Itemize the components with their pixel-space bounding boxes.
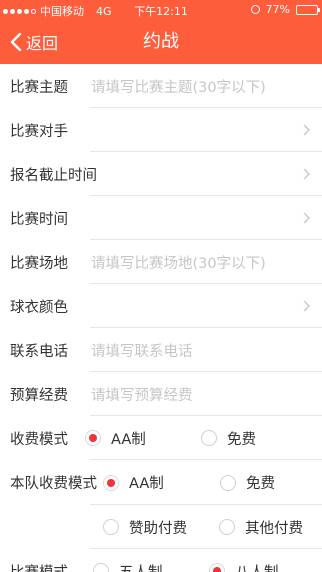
chevron-right-icon [303, 212, 310, 224]
fee-mode-label: 收费模式 [10, 431, 68, 448]
fee-mode-option-label: 免费 [227, 431, 256, 448]
page-title: 约战 [143, 31, 179, 52]
fee-mode-option-aa[interactable]: AA制 [85, 428, 201, 449]
status-bar: 中国移动 4G 下午12:11 77% [0, 0, 322, 20]
team-fee-mode-option-sponsor[interactable]: 赞助付费 [103, 517, 219, 538]
deadline-label: 报名截止时间 [10, 167, 97, 184]
match-mode-option-label: 八人制 [235, 561, 279, 572]
topic-label: 比赛主题 [10, 79, 68, 96]
battery-icon [296, 4, 320, 15]
team-fee-mode-option-free[interactable]: 免费 [220, 472, 275, 493]
fee-mode-option-label: AA制 [111, 431, 146, 448]
match-time-label: 比赛时间 [10, 211, 68, 228]
chevron-right-icon [303, 168, 310, 180]
radio-unselected-icon [93, 563, 109, 572]
radio-unselected-icon [220, 474, 236, 491]
team-fee-mode-label: 本队收费模式 [10, 476, 97, 492]
chevron-right-icon [303, 300, 310, 312]
nav-bar: 返回 约战 [0, 20, 322, 64]
radio-unselected-icon [219, 519, 235, 535]
topic-input[interactable]: 请填写比赛主题(30字以下) [82, 76, 322, 97]
opponent-label: 比赛对手 [10, 123, 68, 140]
team-fee-mode-radio-group-1: AA制 免费 [103, 472, 322, 493]
radio-selected-icon [103, 474, 119, 491]
venue-input[interactable]: 请填写比赛场地(30字以下) [82, 252, 322, 273]
match-mode-option-eight[interactable]: 八人制 [209, 561, 279, 572]
battery-percent: 77% [265, 3, 290, 16]
phone-label: 联系电话 [10, 343, 68, 360]
radio-unselected-icon [103, 519, 119, 535]
match-mode-option-five[interactable]: 五人制 [93, 561, 209, 572]
row-jersey[interactable]: 球衣颜色 [0, 284, 322, 328]
team-fee-mode-option-other[interactable]: 其他付费 [219, 517, 303, 538]
team-fee-mode-option-aa[interactable]: AA制 [103, 472, 220, 493]
radio-selected-icon [85, 430, 101, 446]
team-fee-mode-radio-group-2: 赞助付费 其他付费 [0, 517, 322, 538]
phone-input[interactable]: 请填写联系电话 [82, 340, 322, 361]
fee-mode-radio-group: AA制 免费 [82, 428, 322, 449]
jersey-label: 球衣颜色 [10, 299, 68, 316]
row-opponent[interactable]: 比赛对手 [0, 108, 322, 152]
row-budget: 预算经费 请填写预算经费 [0, 372, 322, 416]
radio-selected-icon [209, 563, 225, 572]
match-mode-option-label: 五人制 [119, 561, 163, 572]
row-deadline[interactable]: 报名截止时间 [0, 152, 322, 196]
venue-label: 比赛场地 [10, 255, 68, 272]
chevron-right-icon [303, 124, 310, 136]
match-mode-radio-group: 五人制 八人制 [93, 561, 322, 572]
team-fee-mode-option-label: 免费 [246, 476, 275, 492]
match-mode-label: 比赛模式 [0, 561, 93, 572]
team-fee-mode-option-label: AA制 [129, 476, 164, 492]
fee-mode-option-free[interactable]: 免费 [201, 428, 256, 449]
row-venue: 比赛场地 请填写比赛场地(30字以下) [0, 240, 322, 284]
row-fee-mode: 收费模式 AA制 免费 [0, 416, 322, 460]
budget-label: 预算经费 [10, 387, 68, 404]
row-match-time[interactable]: 比赛时间 [0, 196, 322, 240]
match-form: 比赛主题 请填写比赛主题(30字以下) 比赛对手 报名截止时间 比赛时间 比赛场… [0, 64, 322, 572]
row-match-mode: 比赛模式 五人制 八人制 [0, 549, 322, 572]
team-fee-mode-option-label: 其他付费 [245, 520, 303, 537]
row-topic: 比赛主题 请填写比赛主题(30字以下) [0, 64, 322, 108]
team-fee-mode-option-label: 赞助付费 [129, 520, 187, 537]
row-phone: 联系电话 请填写联系电话 [0, 328, 322, 372]
row-team-fee-mode: 本队收费模式 AA制 免费 [0, 460, 322, 505]
budget-input[interactable]: 请填写预算经费 [82, 384, 322, 405]
radio-unselected-icon [201, 430, 217, 446]
alarm-icon [250, 5, 260, 14]
row-team-fee-mode-2: 赞助付费 其他付费 [0, 505, 322, 549]
